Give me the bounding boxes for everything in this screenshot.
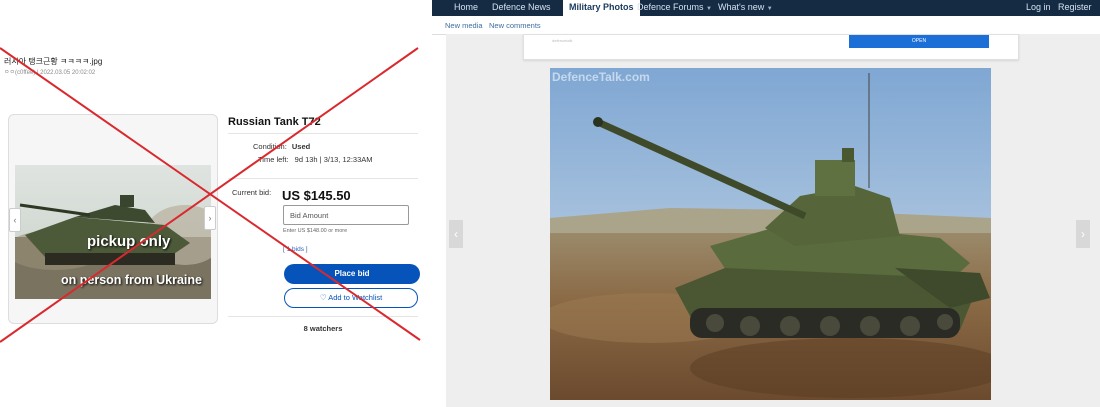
nav-login[interactable]: Log in: [1026, 0, 1051, 16]
watchers-count: 8 watchers: [303, 324, 343, 333]
chevron-down-icon: ▼: [766, 6, 773, 12]
time-left-row: Time left: 9d 13h | 3/13, 12:33AM: [258, 155, 373, 164]
nav-whats-new-label: What's new: [718, 2, 765, 12]
current-bid-value: US $145.50: [282, 188, 351, 203]
nav-defence-news[interactable]: Defence News: [492, 0, 551, 16]
ad-open-button[interactable]: OPEN: [849, 35, 989, 48]
nav-defence-forums-label: Defence Forums: [637, 2, 704, 12]
bid-amount-input[interactable]: Bid Amount: [283, 205, 409, 225]
photo-watermark: DefenceTalk.com: [552, 70, 650, 84]
caption-pickup-only: pickup only: [87, 233, 171, 250]
nav-defence-forums[interactable]: Defence Forums ▼: [637, 0, 712, 16]
condition-value: Used: [291, 142, 311, 151]
listing-screenshot: pickup only on person from Ukraine ‹ › R…: [0, 96, 432, 342]
sub-nav: New media New comments: [432, 16, 1100, 35]
subnav-new-comments[interactable]: New comments: [489, 21, 541, 30]
time-left-label: Time left:: [258, 155, 289, 164]
divider: [228, 316, 418, 317]
chevron-down-icon: ▼: [706, 6, 712, 12]
condition-row: Condition: Used: [253, 142, 310, 151]
top-nav: Home Defence News Military Photos Defenc…: [432, 0, 1100, 16]
advertisement[interactable]: defencetalk OPEN: [523, 34, 1019, 60]
bids-link[interactable]: [ 1 bids ]: [283, 246, 308, 253]
place-bid-button[interactable]: Place bid: [284, 264, 420, 284]
right-forum-panel: Home Defence News Military Photos Defenc…: [432, 0, 1100, 407]
image-next-arrow[interactable]: ›: [204, 206, 216, 230]
nav-military-photos[interactable]: Military Photos: [563, 0, 640, 16]
nav-register[interactable]: Register: [1058, 0, 1092, 16]
subnav-new-media[interactable]: New media: [445, 21, 483, 30]
photo-prev-arrow[interactable]: ‹: [449, 220, 463, 248]
caption-on-person: on person from Ukraine: [61, 273, 202, 287]
add-to-watchlist-button[interactable]: ♡ Add to Watchlist: [284, 288, 418, 308]
divider: [228, 178, 418, 179]
current-bid-label: Current bid:: [232, 188, 272, 197]
left-post-panel: 러시아 탱크근황 ㅋㅋㅋㅋ.jpg ㅇㅇ(c0ffee) | 2022.03.0…: [0, 0, 432, 407]
photo-next-arrow[interactable]: ›: [1076, 220, 1090, 248]
item-title: Russian Tank T72: [228, 116, 321, 128]
nav-whats-new[interactable]: What's new ▼: [718, 0, 773, 16]
tank-photo-graphic: [550, 68, 991, 400]
ad-label: defencetalk: [552, 38, 573, 43]
nav-home[interactable]: Home: [454, 0, 478, 16]
post-meta: ㅇㅇ(c0ffee) | 2022.03.05 20:02:02: [4, 70, 96, 76]
listing-image-frame: pickup only on person from Ukraine: [8, 114, 218, 324]
divider: [228, 133, 418, 134]
tank-photo: DefenceTalk.com: [550, 68, 991, 400]
time-left-value: 9d 13h | 3/13, 12:33AM: [294, 155, 373, 164]
enter-amount-note: Enter US $148.00 or more: [283, 228, 348, 234]
post-title[interactable]: 러시아 탱크근황 ㅋㅋㅋㅋ.jpg: [4, 56, 102, 67]
condition-label: Condition:: [253, 142, 287, 151]
image-prev-arrow[interactable]: ‹: [9, 208, 21, 232]
